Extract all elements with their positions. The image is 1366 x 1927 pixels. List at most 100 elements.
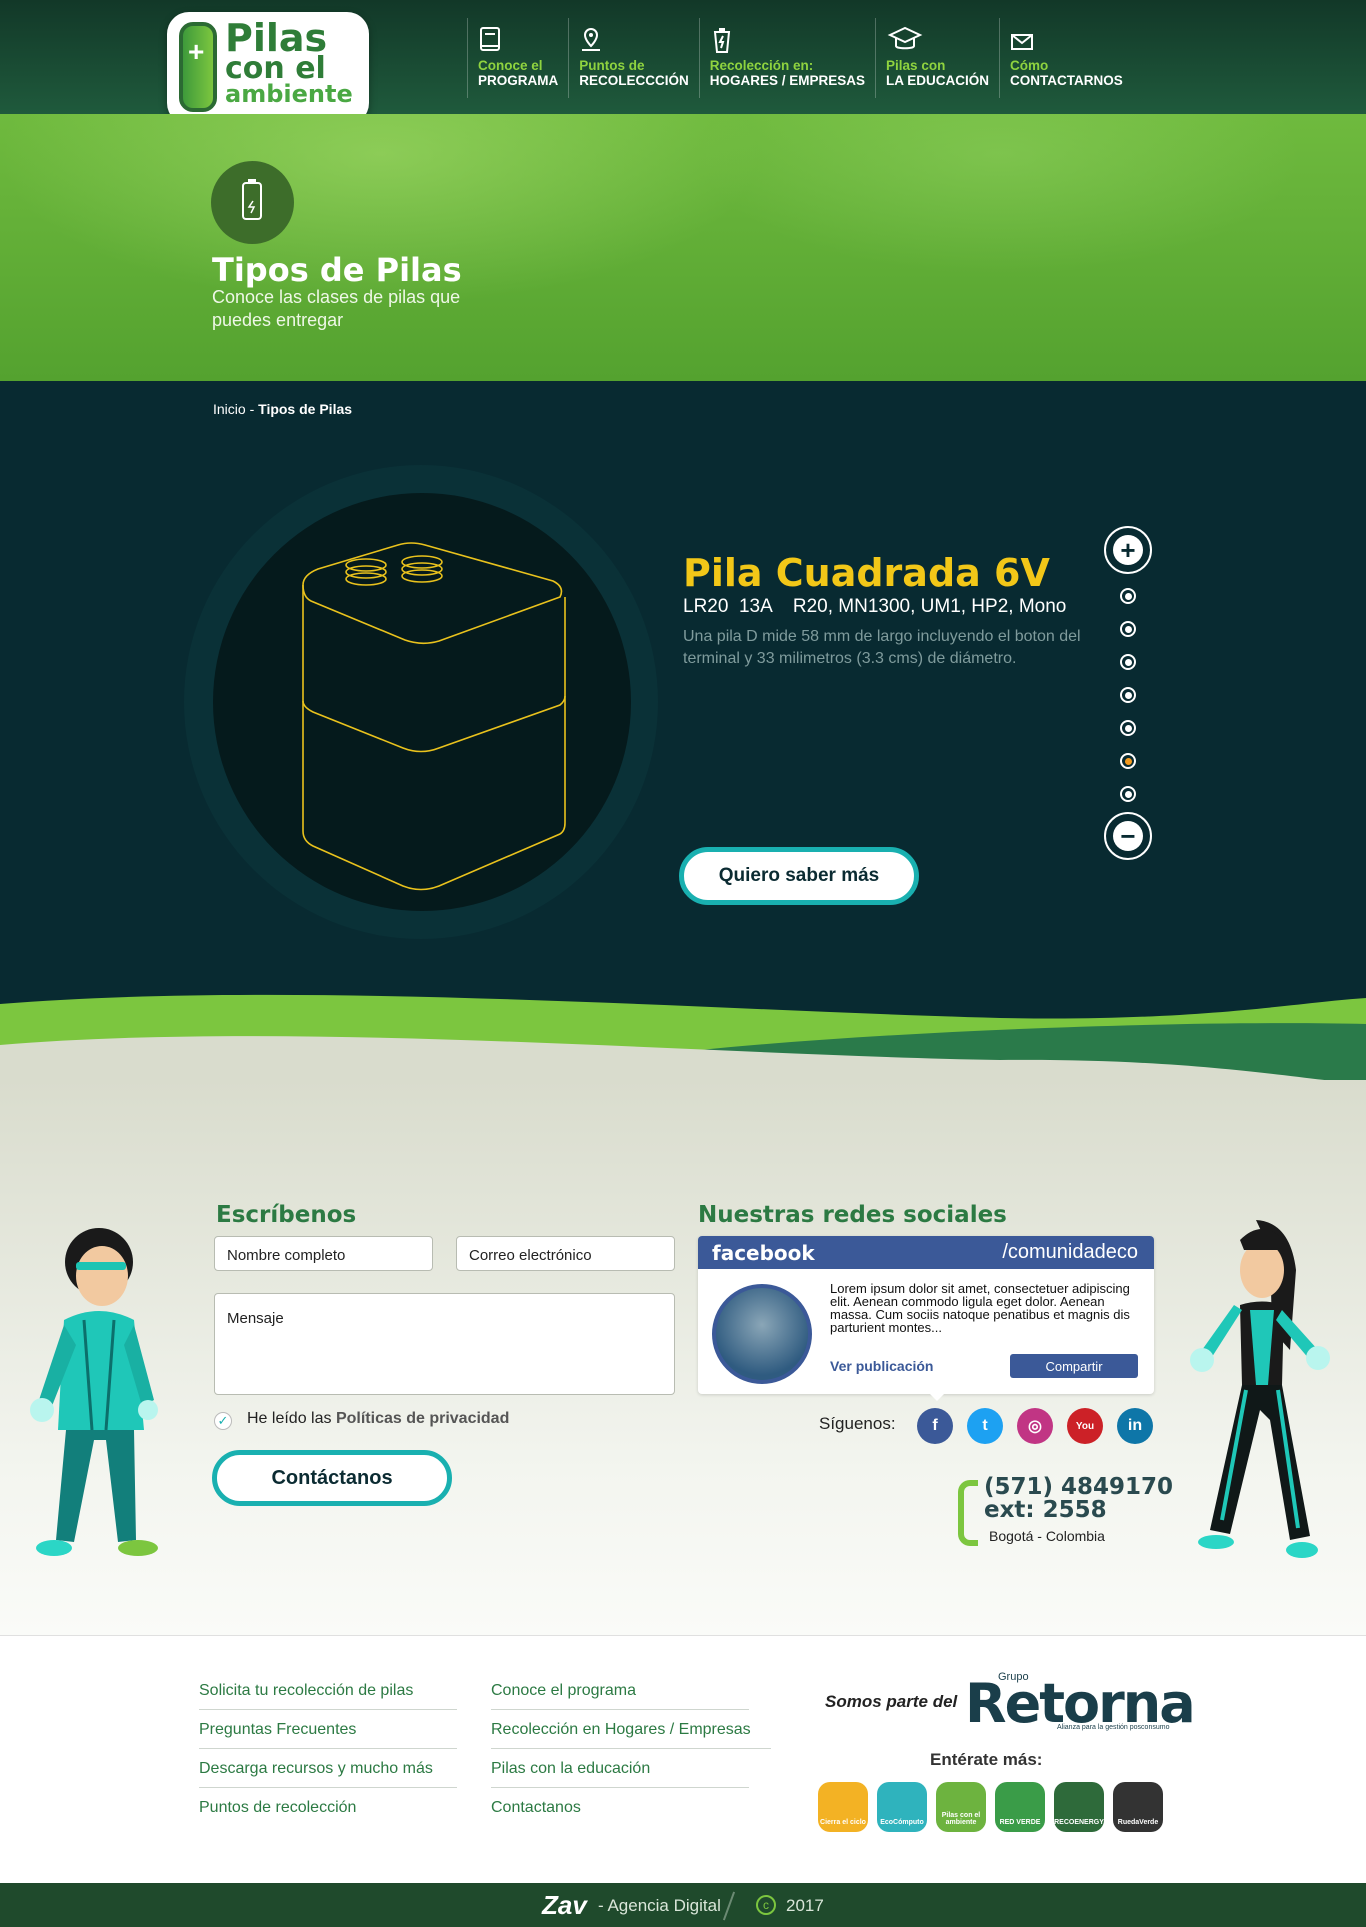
facebook-icon[interactable]: f xyxy=(917,1408,953,1444)
facebook-post-image xyxy=(712,1284,812,1384)
footer-link[interactable]: Contactanos xyxy=(491,1799,749,1826)
footer-link[interactable]: Pilas con la educación xyxy=(491,1760,749,1788)
girl-character-illustration xyxy=(1190,1220,1330,1558)
breadcrumb-home[interactable]: Inicio xyxy=(213,401,246,417)
nav-bottom-label: CONTACTARNOS xyxy=(1010,73,1123,88)
phone-ext: ext: 2558 xyxy=(984,1497,1107,1523)
pager-dot-fill xyxy=(1124,658,1132,666)
message-field[interactable]: Mensaje xyxy=(214,1293,675,1395)
facebook-post-text: Lorem ipsum dolor sit amet, consectetuer… xyxy=(830,1281,1130,1335)
copyright-year: 2017 xyxy=(786,1896,824,1915)
partner-logo[interactable]: RuedaVerde xyxy=(1113,1782,1163,1832)
contact-submit-button[interactable]: Contáctanos xyxy=(212,1450,452,1506)
pager-dots xyxy=(1104,588,1152,802)
youtube-icon[interactable]: You xyxy=(1067,1408,1103,1444)
logo-line3: ambiente xyxy=(225,80,353,108)
name-placeholder: Nombre completo xyxy=(227,1247,346,1264)
pager-dot[interactable] xyxy=(1120,588,1136,604)
nav-item-recoleccion[interactable]: Puntos de RECOLECCCIÓN xyxy=(568,18,699,98)
share-button[interactable]: Compartir xyxy=(1010,1354,1138,1378)
footer-link[interactable]: Puntos de recolección xyxy=(199,1799,457,1826)
breadcrumb: Inicio - Tipos de Pilas xyxy=(213,401,352,417)
nav-top-label: Puntos de xyxy=(579,58,645,73)
pager-dot-fill xyxy=(1124,724,1132,732)
page-subtitle: Conoce las clases de pilas que puedes en… xyxy=(212,287,461,330)
pager-next-button[interactable]: − xyxy=(1104,812,1152,860)
partner-logo[interactable]: RECOENERGY xyxy=(1054,1782,1104,1832)
site-header: + Pilas con el ambiente Conoce el PROGRA… xyxy=(0,0,1366,125)
pager-dot[interactable] xyxy=(1120,720,1136,736)
hero-banner: Tipos de Pilas Conoce las clases de pila… xyxy=(0,114,1366,381)
logo-text: Pilas con el ambiente xyxy=(225,19,365,108)
battery-icon xyxy=(211,161,294,244)
nav-item-hogares[interactable]: Recolección en: HOGARES / EMPRESAS xyxy=(698,18,875,98)
follow-label: Síguenos: xyxy=(819,1414,896,1433)
name-field[interactable]: Nombre completo xyxy=(214,1236,433,1271)
facebook-bar: facebook /comunidadeco xyxy=(698,1236,1154,1269)
pager-dot[interactable] xyxy=(1120,654,1136,670)
divider xyxy=(722,1891,736,1921)
zav-logo[interactable]: Zav xyxy=(542,1890,587,1921)
email-placeholder: Correo electrónico xyxy=(469,1247,592,1264)
battery-bin-icon xyxy=(713,28,730,53)
partner-logo[interactable]: Pilas con el ambiente xyxy=(936,1782,986,1832)
pager-dot-fill xyxy=(1124,625,1132,633)
nav-bottom-label: LA EDUCACIÓN xyxy=(886,73,990,88)
partner-logo[interactable]: Cierra el ciclo xyxy=(818,1782,868,1832)
somos-parte-label: Somos parte del xyxy=(825,1692,958,1711)
instagram-icon[interactable]: ◎ xyxy=(1017,1408,1053,1444)
nav-item-contacto[interactable]: Cómo CONTACTARNOS xyxy=(999,18,1133,98)
book-icon xyxy=(480,27,500,51)
site-logo[interactable]: + Pilas con el ambiente xyxy=(167,12,369,125)
privacy-prefix: He leído las xyxy=(247,1410,332,1427)
pager-dot[interactable] xyxy=(1120,621,1136,637)
graduation-cap-icon xyxy=(887,26,923,50)
email-field[interactable]: Correo electrónico xyxy=(456,1236,675,1271)
battery-name: Pila Cuadrada 6V xyxy=(683,551,1050,595)
partner-logo[interactable]: EcoCómputo xyxy=(877,1782,927,1832)
learn-more-button[interactable]: Quiero saber más xyxy=(679,847,919,905)
social-heading: Nuestras redes sociales xyxy=(698,1202,1007,1228)
pager-prev-button[interactable]: + xyxy=(1104,526,1152,574)
nav-item-educacion[interactable]: Pilas con LA EDUCACIÓN xyxy=(875,18,999,98)
map-pin-icon xyxy=(582,27,601,51)
nav-top-label: Recolección en: xyxy=(709,58,814,73)
privacy-policy-link[interactable]: Políticas de privacidad xyxy=(336,1410,509,1427)
privacy-checkbox[interactable]: ✓ xyxy=(214,1412,232,1430)
phone-number[interactable]: (571) 4849170 xyxy=(984,1476,1173,1499)
nav-item-programa[interactable]: Conoce el PROGRAMA xyxy=(467,18,568,98)
partner-logo[interactable]: RED VERDE xyxy=(995,1782,1045,1832)
facebook-widget: facebook /comunidadeco Lorem ipsum dolor… xyxy=(698,1236,1154,1394)
linkedin-icon[interactable]: in xyxy=(1117,1408,1153,1444)
plus-icon: + xyxy=(1113,535,1143,565)
footer-link[interactable]: Descarga recursos y mucho más xyxy=(199,1760,457,1788)
footer-link[interactable]: Solicita tu recolección de pilas xyxy=(199,1682,457,1710)
facebook-page-name[interactable]: /comunidadeco xyxy=(1002,1241,1138,1264)
message-placeholder: Mensaje xyxy=(227,1310,284,1327)
footer-link[interactable]: Conoce el programa xyxy=(491,1682,749,1710)
facebook-widget-pointer xyxy=(928,1392,946,1401)
footer-link[interactable]: Recolección en Hogares / Empresas xyxy=(491,1721,771,1749)
page: + Pilas con el ambiente Conoce el PROGRA… xyxy=(0,0,1366,1927)
breadcrumb-separator: - xyxy=(245,401,259,417)
facebook-logo: facebook xyxy=(712,1241,815,1265)
logo-line2: con el xyxy=(225,51,326,86)
pager-dot-fill xyxy=(1124,790,1132,798)
pager-dot[interactable] xyxy=(1120,753,1136,769)
main-nav: Conoce el PROGRAMA Puntos de RECOLECCCIÓ… xyxy=(467,18,1133,98)
pager-dot[interactable] xyxy=(1120,687,1136,703)
view-post-link[interactable]: Ver publicación xyxy=(830,1358,933,1374)
battery-codes: LR20 13A R20, MN1300, UM1, HP2, Mono xyxy=(683,596,1067,617)
copyright-icon: c xyxy=(756,1895,776,1915)
agency-label: - Agencia Digital xyxy=(598,1896,721,1915)
minus-icon: − xyxy=(1113,821,1143,851)
battery-showcase: Inicio - Tipos de Pilas Pila Cuadrada 6V… xyxy=(0,381,1366,1031)
pager-dot-fill xyxy=(1124,757,1132,765)
footer-link[interactable]: Preguntas Frecuentes xyxy=(199,1721,457,1749)
twitter-icon[interactable]: t xyxy=(967,1408,1003,1444)
battery-pager: + − xyxy=(1104,526,1152,860)
nav-top-label: Cómo xyxy=(1010,58,1049,73)
retorna-grupo: Grupo xyxy=(998,1671,1029,1683)
pager-dot[interactable] xyxy=(1120,786,1136,802)
nav-top-label: Conoce el xyxy=(478,58,543,73)
